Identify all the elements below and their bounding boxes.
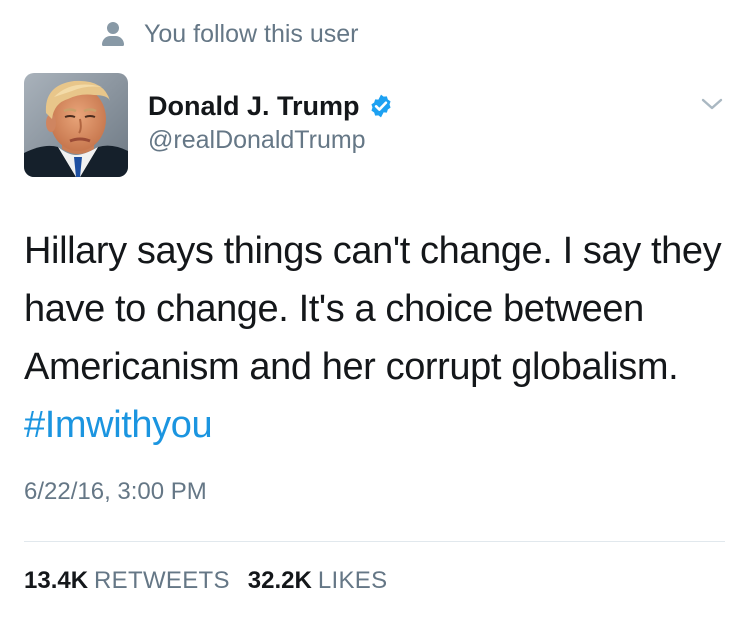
chevron-down-icon[interactable] [700, 96, 724, 112]
social-context: You follow this user [100, 14, 358, 54]
user-handle[interactable]: @realDonaldTrump [148, 126, 394, 155]
display-name-row: Donald J. Trump [148, 88, 394, 124]
display-name[interactable]: Donald J. Trump [148, 91, 360, 122]
divider [24, 541, 725, 542]
likes-count[interactable]: 32.2K [248, 567, 312, 595]
avatar-image [24, 73, 128, 177]
tweet-text: Hillary says things can't change. I say … [24, 222, 724, 454]
tweet-stats: 13.4K RETWEETS 32.2K LIKES [24, 567, 387, 595]
author-header[interactable]: Donald J. Trump @realDonaldTrump [148, 88, 394, 155]
tweet-timestamp: 6/22/16, 3:00 PM [24, 478, 207, 505]
hashtag-link[interactable]: #Imwithyou [24, 404, 213, 446]
avatar[interactable] [24, 73, 128, 177]
verified-badge-icon [370, 94, 391, 118]
person-icon [100, 19, 126, 49]
retweets-count[interactable]: 13.4K [24, 567, 88, 595]
likes-label[interactable]: LIKES [318, 567, 388, 595]
tweet-body: Hillary says things can't change. I say … [24, 230, 722, 388]
social-context-text: You follow this user [144, 19, 359, 48]
retweets-label[interactable]: RETWEETS [94, 567, 230, 595]
